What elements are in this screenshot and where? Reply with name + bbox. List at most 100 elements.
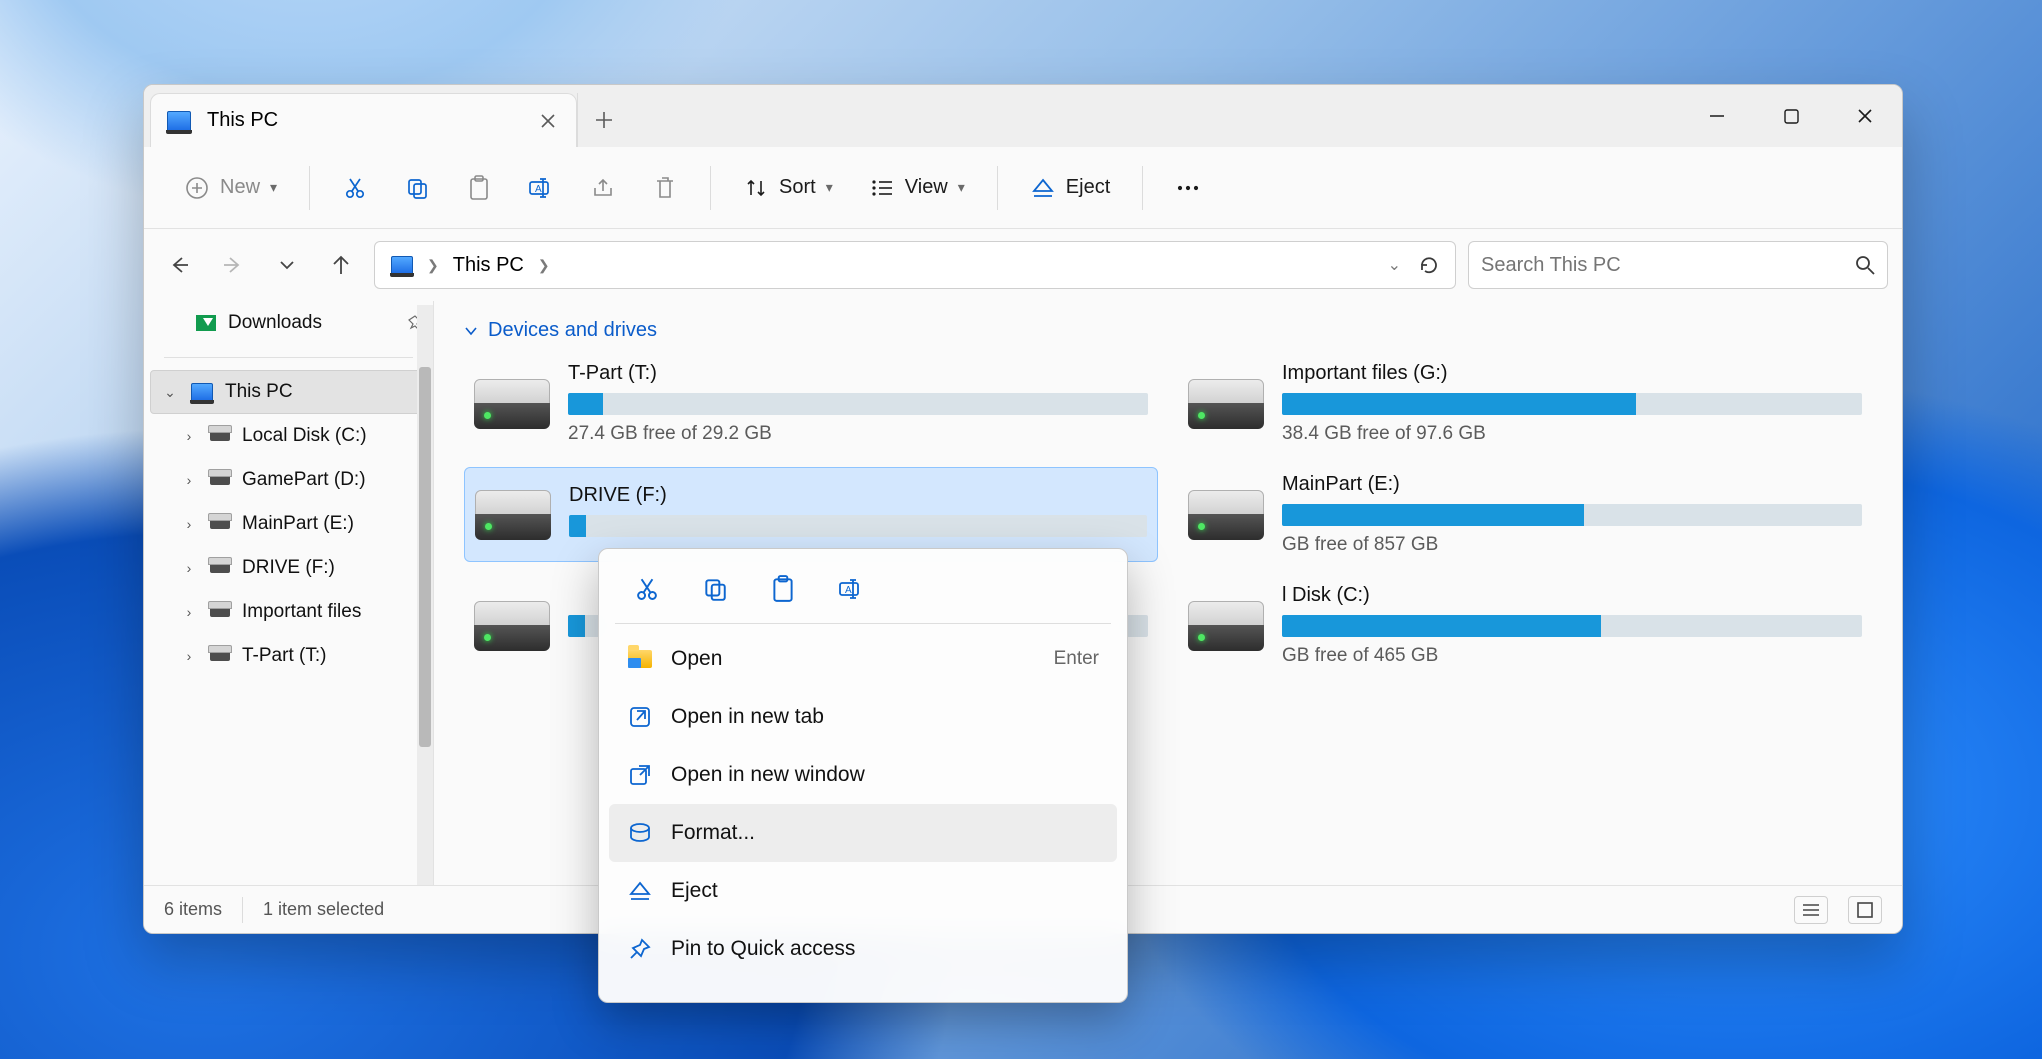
nav-up-button[interactable] — [320, 244, 362, 286]
drive-item[interactable]: l Disk (C:) GB free of 465 GB — [1178, 578, 1872, 673]
details-view-button[interactable] — [1794, 896, 1828, 924]
nav-recent-button[interactable] — [266, 244, 308, 286]
close-icon — [1857, 108, 1873, 124]
drive-item[interactable]: T-Part (T:)27.4 GB free of 29.2 GB — [464, 356, 1158, 451]
nav-forward-button[interactable] — [212, 244, 254, 286]
context-open-new-window[interactable]: Open in new window — [609, 746, 1117, 804]
breadcrumb-location: This PC — [453, 254, 524, 277]
drive-item[interactable]: MainPart (E:) GB free of 857 GB — [1178, 467, 1872, 562]
format-icon — [627, 822, 653, 844]
drive-name: DRIVE (F:) — [569, 484, 1147, 507]
sidebar-item-label: Local Disk (C:) — [242, 425, 367, 447]
chevron-right-icon[interactable]: › — [180, 604, 198, 620]
sidebar-item-drive[interactable]: ›GamePart (D:) — [144, 458, 433, 502]
search-box[interactable] — [1468, 241, 1888, 289]
sidebar-item-this-pc[interactable]: ⌄ This PC — [150, 370, 427, 414]
context-copy-button[interactable] — [695, 569, 735, 609]
drive-free-text: GB free of 857 GB — [1282, 534, 1862, 556]
paste-button[interactable] — [452, 163, 506, 213]
new-button[interactable]: New ▾ — [170, 163, 291, 213]
context-open-new-tab[interactable]: Open in new tab — [609, 688, 1117, 746]
delete-button[interactable] — [638, 163, 692, 213]
chevron-right-icon[interactable]: › — [180, 516, 198, 532]
context-pin-quick-access[interactable]: Pin to Quick access — [609, 920, 1117, 978]
cut-icon — [342, 175, 368, 201]
new-tab-button[interactable] — [577, 93, 629, 147]
drive-free-text: 38.4 GB free of 97.6 GB — [1282, 423, 1862, 445]
view-button[interactable]: View ▾ — [855, 163, 979, 213]
drive-name: MainPart (E:) — [1282, 473, 1862, 496]
sidebar-item-drive[interactable]: ›DRIVE (F:) — [144, 546, 433, 590]
eject-icon — [627, 880, 653, 902]
chevron-right-icon[interactable]: › — [180, 560, 198, 576]
context-format[interactable]: Format... — [609, 804, 1117, 862]
chevron-down-icon — [464, 324, 478, 338]
separator — [710, 166, 711, 210]
chevron-down-icon: ▾ — [270, 179, 277, 196]
eject-toolbar-button[interactable]: Eject — [1016, 163, 1124, 213]
context-item-label: Format... — [671, 821, 755, 845]
drive-name: Important files (G:) — [1282, 362, 1862, 385]
nav-back-button[interactable] — [158, 244, 200, 286]
navigation-pane: Downloads ⌄ This PC › Local Disk (C:) ›Gam… — [144, 301, 434, 885]
usage-bar — [568, 393, 1148, 415]
chevron-right-icon[interactable]: › — [180, 648, 198, 664]
maximize-button[interactable] — [1754, 85, 1828, 147]
breadcrumb-chevron-icon: ❯ — [427, 257, 439, 274]
breadcrumb[interactable]: ❯ This PC ❯ ⌄ — [374, 241, 1456, 289]
sidebar-item-label: Downloads — [228, 312, 322, 334]
drive-name: l Disk (C:) — [1282, 584, 1862, 607]
chevron-down-icon: ▾ — [958, 179, 965, 196]
list-icon — [1802, 903, 1820, 917]
context-rename-button[interactable]: A — [831, 569, 871, 609]
address-bar-row: ❯ This PC ❯ ⌄ — [144, 229, 1902, 301]
drive-icon — [1188, 490, 1264, 540]
minimize-icon — [1709, 108, 1725, 124]
chevron-right-icon[interactable]: › — [180, 472, 198, 488]
view-icon — [869, 175, 895, 201]
minimize-button[interactable] — [1680, 85, 1754, 147]
chevron-down-icon[interactable]: ⌄ — [1388, 255, 1401, 275]
cut-button[interactable] — [328, 163, 382, 213]
context-menu: A Open Enter Open in new tab Open in new… — [598, 548, 1128, 1003]
sort-label: Sort — [779, 176, 816, 199]
drive-free-text: GB free of 465 GB — [1282, 645, 1862, 667]
more-button[interactable] — [1161, 163, 1215, 213]
scrollbar-thumb[interactable] — [419, 367, 431, 747]
copy-button[interactable] — [390, 163, 444, 213]
sidebar-item-label: T-Part (T:) — [242, 645, 326, 667]
sidebar-item-drive[interactable]: ›MainPart (E:) — [144, 502, 433, 546]
share-button[interactable] — [576, 163, 630, 213]
tab-title: This PC — [207, 109, 278, 132]
search-input[interactable] — [1481, 254, 1845, 277]
close-window-button[interactable] — [1828, 85, 1902, 147]
scrollbar[interactable] — [417, 305, 433, 885]
rename-icon: A — [837, 577, 865, 601]
context-cut-button[interactable] — [627, 569, 667, 609]
tab-close-button[interactable] — [540, 113, 556, 129]
drive-item[interactable]: Important files (G:) 38.4 GB free of 97.6… — [1178, 356, 1872, 451]
titlebar: This PC — [144, 85, 1902, 147]
usage-bar — [569, 515, 1147, 537]
chevron-down-icon[interactable]: ⌄ — [161, 384, 179, 401]
drive-icon — [210, 607, 230, 617]
sidebar-item-downloads[interactable]: Downloads — [144, 301, 433, 345]
large-icons-view-button[interactable] — [1848, 896, 1882, 924]
context-eject[interactable]: Eject — [609, 862, 1117, 920]
section-header[interactable]: Devices and drives — [464, 319, 1872, 342]
status-selected: 1 item selected — [263, 899, 384, 920]
context-open[interactable]: Open Enter — [609, 630, 1117, 688]
drive-icon — [1188, 379, 1264, 429]
sidebar-item-drive[interactable]: ›Important files — [144, 590, 433, 634]
chevron-down-icon: ▾ — [826, 179, 833, 196]
refresh-icon[interactable] — [1419, 255, 1439, 275]
chevron-right-icon[interactable]: › — [180, 428, 198, 444]
tab-this-pc[interactable]: This PC — [150, 93, 577, 147]
copy-icon — [404, 175, 430, 201]
sidebar-item-drive[interactable]: › Local Disk (C:) — [144, 414, 433, 458]
rename-button[interactable]: A — [514, 163, 568, 213]
separator — [1142, 166, 1143, 210]
context-paste-button[interactable] — [763, 569, 803, 609]
sort-button[interactable]: Sort ▾ — [729, 163, 847, 213]
sidebar-item-drive[interactable]: › T-Part (T:) — [144, 634, 433, 678]
